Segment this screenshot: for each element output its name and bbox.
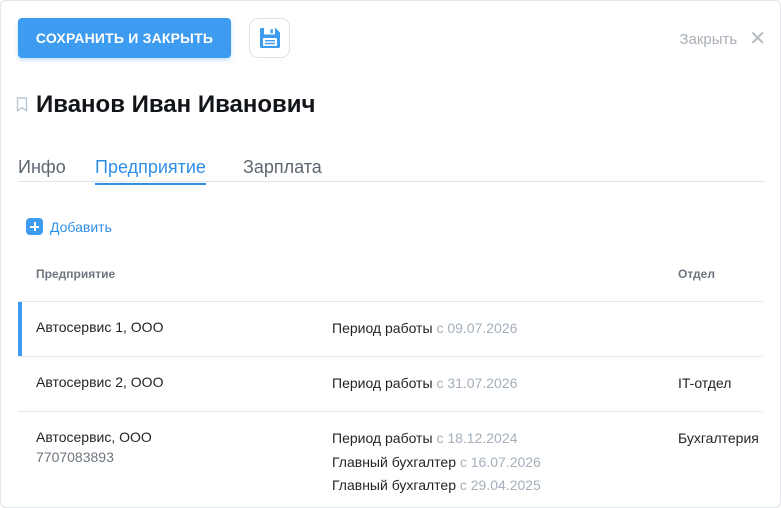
position-label: Главный бухгалтер bbox=[332, 454, 456, 470]
page-title: Иванов Иван Иванович bbox=[36, 91, 316, 118]
position-date: с 29.04.2025 bbox=[459, 477, 541, 493]
department: IT-отдел bbox=[678, 375, 732, 391]
company-name: Автосервис 2, ООО bbox=[36, 374, 164, 390]
period-date: с 18.12.2024 bbox=[436, 430, 518, 446]
tab-enterprise[interactable]: Предприятие bbox=[95, 157, 206, 185]
column-header-department: Отдел bbox=[678, 267, 715, 281]
close-icon: ✕ bbox=[749, 28, 766, 50]
work-period: Период работы с 09.07.2026 bbox=[332, 320, 517, 336]
floppy-disk-icon bbox=[259, 28, 280, 48]
tab-bar: Инфо Предприятие Зарплата bbox=[18, 155, 765, 185]
company-inn: 7707083893 bbox=[36, 449, 114, 465]
add-label: Добавить bbox=[50, 218, 112, 235]
tab-salary[interactable]: Зарплата bbox=[243, 157, 322, 183]
period-label: Период работы bbox=[332, 375, 433, 391]
period-label: Период работы bbox=[332, 320, 433, 336]
table-divider bbox=[18, 356, 763, 357]
table-divider bbox=[18, 301, 763, 302]
position-date: с 16.07.2026 bbox=[459, 454, 541, 470]
work-period: Период работы с 18.12.2024 bbox=[332, 430, 517, 446]
bookmark-icon[interactable] bbox=[16, 97, 28, 112]
position-period: Главный бухгалтер с 16.07.2026 bbox=[332, 454, 541, 470]
department: Бухгалтерия bbox=[678, 430, 759, 446]
add-button[interactable]: Добавить bbox=[26, 218, 112, 235]
close-label: Закрыть bbox=[679, 30, 738, 48]
plus-icon bbox=[26, 218, 43, 235]
work-period: Период работы с 31.07.2026 bbox=[332, 375, 517, 391]
tab-info[interactable]: Инфо bbox=[18, 157, 66, 183]
table-divider bbox=[18, 411, 763, 412]
save-and-close-button[interactable]: СОХРАНИТЬ И ЗАКРЫТЬ bbox=[18, 18, 231, 58]
employee-card-window: СОХРАНИТЬ И ЗАКРЫТЬ Закрыть ✕ Иванов Ива… bbox=[0, 0, 781, 508]
close-button[interactable]: Закрыть ✕ bbox=[679, 29, 766, 49]
position-label: Главный бухгалтер bbox=[332, 477, 456, 493]
period-date: с 31.07.2026 bbox=[436, 375, 518, 391]
company-name: Автосервис 1, ООО bbox=[36, 319, 164, 335]
column-header-company: Предприятие bbox=[36, 267, 116, 281]
save-button[interactable] bbox=[249, 18, 290, 58]
period-date: с 09.07.2026 bbox=[436, 320, 518, 336]
period-label: Период работы bbox=[332, 430, 433, 446]
position-period: Главный бухгалтер с 29.04.2025 bbox=[332, 477, 541, 493]
selected-row-marker bbox=[18, 302, 22, 356]
company-name: Автосервис, ООО bbox=[36, 429, 152, 445]
